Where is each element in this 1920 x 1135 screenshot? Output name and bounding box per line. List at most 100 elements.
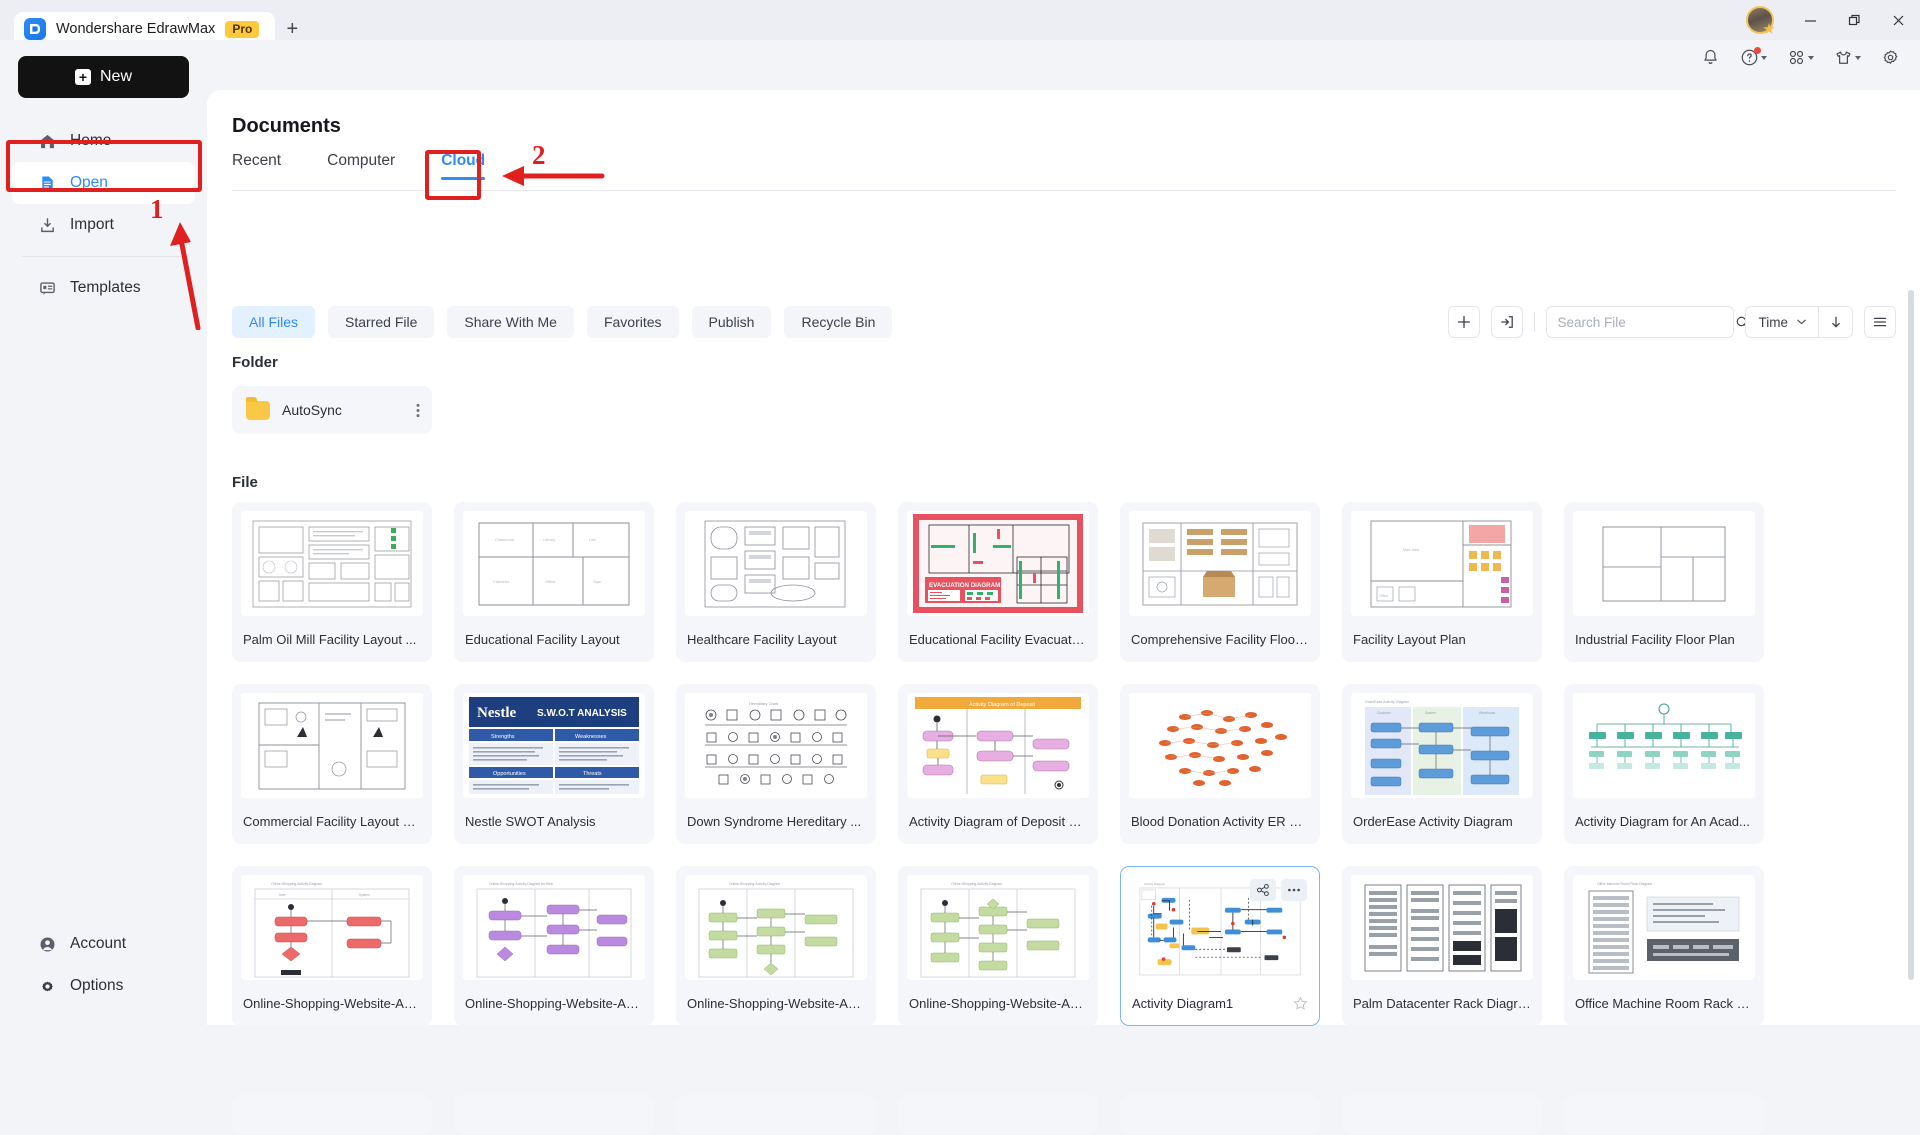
tab-computer[interactable]: Computer <box>327 152 395 180</box>
folder-icon <box>246 396 270 420</box>
new-button[interactable]: + New <box>18 56 189 98</box>
account-icon <box>38 935 57 954</box>
upload-to-cloud-button[interactable] <box>1490 306 1523 338</box>
file-card[interactable]: Online-Shopping-Activity-Diagram Online-… <box>898 866 1098 1026</box>
file-card[interactable]: Online-Shopping-Activity-Diagram User Sys… <box>232 866 432 1026</box>
chevron-down-icon[interactable] <box>1797 319 1818 325</box>
svg-text:Online-Shopping-Activity-Diagr: Online-Shopping-Activity-Diagram for Web <box>489 882 553 886</box>
avatar[interactable] <box>1746 6 1774 34</box>
folder-section-title: Folder <box>232 354 278 371</box>
file-card[interactable] <box>1342 1095 1542 1135</box>
file-thumbnail <box>241 693 423 798</box>
folder-grid: AutoSync <box>232 386 432 434</box>
folder-card-autosync[interactable]: AutoSync <box>232 386 432 434</box>
add-button[interactable] <box>1447 306 1480 338</box>
file-card[interactable]: Activity Diagram of Deposit Activity Dia… <box>898 684 1098 844</box>
svg-text:Library: Library <box>543 537 555 542</box>
file-thumbnail <box>241 511 423 616</box>
file-card-selected[interactable]: Activity Diagram Activity Diagram1 <box>1120 866 1320 1026</box>
svg-text:Warehouse: Warehouse <box>1479 711 1495 715</box>
more-horizontal-icon[interactable] <box>1281 879 1307 901</box>
file-card[interactable]: Comprehensive Facility Floor ... <box>1120 502 1320 662</box>
file-card[interactable]: Activity Diagram for An Acad... <box>1564 684 1764 844</box>
import-icon <box>38 216 57 235</box>
file-card[interactable]: Industrial Facility Floor Plan <box>1564 502 1764 662</box>
annotation-number-2: 2 <box>532 140 546 170</box>
header-icon-group <box>1701 47 1900 67</box>
tab-recent[interactable]: Recent <box>232 152 281 180</box>
svg-text:Online-Shopping-Activity-Diagr: Online-Shopping-Activity-Diagram <box>729 882 780 886</box>
svg-text:Weaknesses: Weaknesses <box>575 734 607 740</box>
filter-favorites[interactable]: Favorites <box>586 306 679 338</box>
file-card[interactable]: OrderEase Activity Diagram Customer Syste… <box>1342 684 1542 844</box>
file-card[interactable]: Online-Shopping-Activity-Diagram for Web… <box>454 866 654 1026</box>
file-card[interactable]: EVACUATION DIAGRAM Educational Facility … <box>898 502 1098 662</box>
notification-bell-icon[interactable] <box>1701 48 1720 67</box>
svg-text:Activity Diagram: Activity Diagram <box>1144 882 1166 886</box>
file-card[interactable] <box>676 1095 876 1135</box>
sidebar-item-options[interactable]: Options <box>12 965 195 1007</box>
theme-shirt-icon[interactable] <box>1834 48 1861 67</box>
file-name: Activity Diagram of Deposit S... <box>909 813 1087 829</box>
sidebar-item-label: Import <box>70 216 114 233</box>
file-card[interactable]: Main Area Office Facility Layout Plan <box>1342 502 1542 662</box>
filter-all-files[interactable]: All Files <box>232 306 316 338</box>
annotation-arrow-1 <box>160 200 220 330</box>
more-vertical-icon[interactable] <box>416 403 420 418</box>
file-card[interactable] <box>232 1095 432 1135</box>
star-outline-icon[interactable] <box>1293 996 1308 1011</box>
file-card[interactable] <box>454 1095 654 1135</box>
sort-direction-button[interactable] <box>1818 307 1852 337</box>
file-card[interactable]: Blood Donation Activity ER D... <box>1120 684 1320 844</box>
filter-recycle-bin[interactable]: Recycle Bin <box>784 306 893 338</box>
file-card[interactable] <box>1564 1095 1764 1135</box>
filter-starred-file[interactable]: Starred File <box>328 306 435 338</box>
share-icon[interactable] <box>1250 879 1276 901</box>
apps-grid-icon[interactable] <box>1787 48 1814 67</box>
file-name: Healthcare Facility Layout <box>687 631 837 647</box>
minimize-button[interactable] <box>1788 1 1832 39</box>
file-thumbnail <box>1573 693 1755 798</box>
file-thumbnail: Online-Shopping-Activity-Diagram <box>685 875 867 980</box>
list-view-button[interactable] <box>1864 306 1896 338</box>
file-card[interactable] <box>898 1095 1098 1135</box>
settings-gear-icon[interactable] <box>1881 48 1900 67</box>
file-card[interactable]: Healthcare Facility Layout <box>676 502 876 662</box>
file-name: Online-Shopping-Website-Ac... <box>465 995 643 1011</box>
svg-text:User: User <box>279 893 287 897</box>
sidebar-item-account[interactable]: Account <box>12 923 195 965</box>
pro-badge: Pro <box>225 20 260 38</box>
file-thumbnail: Online-Shopping-Activity-Diagram User Sys… <box>241 875 423 980</box>
svg-text:Cafeteria: Cafeteria <box>493 579 510 584</box>
file-thumbnail <box>1129 693 1311 798</box>
file-grid-next-row <box>232 1095 1888 1135</box>
vertical-scrollbar[interactable] <box>1908 290 1914 980</box>
sort-control[interactable]: Time <box>1744 306 1853 338</box>
svg-text:Hereditary Chart: Hereditary Chart <box>749 701 779 706</box>
search-box[interactable] <box>1545 306 1748 338</box>
file-thumbnail: Office Machine Room Rack Diagram <box>1573 875 1755 980</box>
maximize-button[interactable] <box>1832 1 1876 39</box>
file-card[interactable]: Nestle S.W.O.T ANALYSIS Strengths Weakne… <box>454 684 654 844</box>
svg-text:Opportunities: Opportunities <box>493 771 526 777</box>
file-card[interactable]: Online-Shopping-Activity-Diagram Online-… <box>676 866 876 1026</box>
file-card[interactable]: Palm Datacenter Rack Diagram <box>1342 866 1542 1026</box>
card-hover-actions <box>1250 879 1307 901</box>
search-input[interactable] <box>1557 314 1735 330</box>
help-icon[interactable] <box>1740 47 1767 67</box>
file-card[interactable]: Hereditary Chart Down Syndrome Hereditar… <box>676 684 876 844</box>
filter-share-with-me[interactable]: Share With Me <box>447 306 574 338</box>
file-card[interactable]: Commercial Facility Layout Pl... <box>232 684 432 844</box>
file-thumbnail: Main Area Office <box>1351 511 1533 616</box>
file-card[interactable]: Classroom Library Lab Cafeteria Office Gym … <box>454 502 654 662</box>
filter-publish[interactable]: Publish <box>691 306 772 338</box>
close-button[interactable] <box>1876 1 1920 39</box>
file-card[interactable]: Office Machine Room Rack Diagram Office … <box>1564 866 1764 1026</box>
file-card[interactable]: Palm Oil Mill Facility Layout ... <box>232 502 432 662</box>
main-panel: Documents Recent Computer Cloud All File… <box>207 90 1920 1135</box>
file-name: Educational Facility Evacuatio... <box>909 631 1087 647</box>
file-name: Blood Donation Activity ER D... <box>1131 813 1309 829</box>
file-name: Comprehensive Facility Floor ... <box>1131 631 1309 647</box>
file-card[interactable] <box>1120 1095 1320 1135</box>
options-gear-icon <box>38 977 57 996</box>
